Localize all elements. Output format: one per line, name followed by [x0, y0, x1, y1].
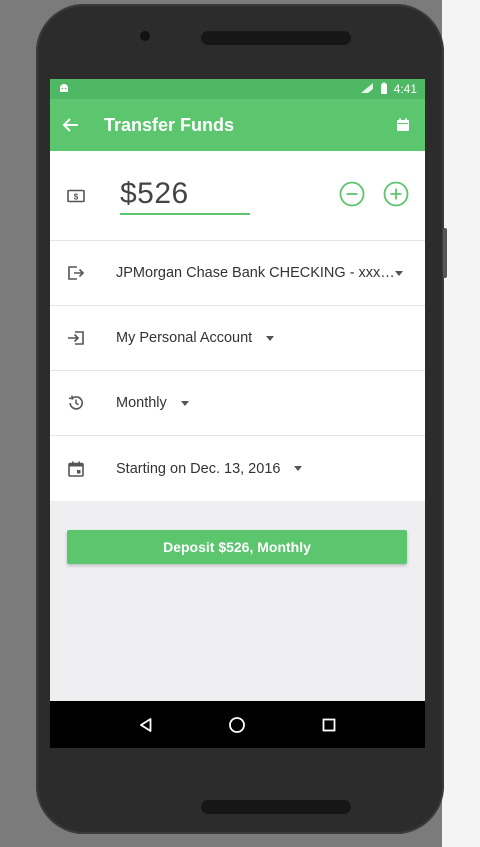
amount-field[interactable]: $526: [120, 177, 250, 215]
transfer-form: $ $526 JPMorgan Chase Bank CHECKING - xx…: [50, 151, 425, 501]
system-nav-bar: [50, 701, 425, 748]
chevron-down-icon: [180, 400, 189, 406]
nav-back-icon[interactable]: [134, 713, 158, 737]
chevron-down-icon: [294, 466, 303, 471]
phone-screen: 4:41 Transfer Funds $ $526 JPMorgan Chas…: [50, 79, 425, 748]
nav-recents-icon[interactable]: [317, 713, 341, 737]
amount-steppers: [339, 181, 409, 207]
history-icon: [66, 393, 86, 413]
android-notification-icon: [58, 82, 70, 97]
enter-arrow-icon: [66, 328, 86, 348]
chevron-down-icon: [395, 271, 403, 276]
calendar-icon[interactable]: [393, 115, 413, 135]
event-calendar-icon: [66, 459, 86, 479]
background-strip: [442, 0, 480, 847]
signal-icon: [360, 82, 374, 97]
battery-icon: [380, 82, 388, 97]
status-time: 4:41: [393, 82, 417, 96]
start-date-value: Starting on Dec. 13, 2016: [116, 460, 281, 477]
minus-circle-icon[interactable]: [339, 181, 365, 207]
plus-circle-icon[interactable]: [383, 181, 409, 207]
from-account-select[interactable]: JPMorgan Chase Bank CHECKING - xxx…: [50, 241, 425, 306]
start-date-select[interactable]: Starting on Dec. 13, 2016: [50, 436, 425, 501]
status-bar: 4:41: [50, 79, 425, 99]
frequency-select[interactable]: Monthly: [50, 371, 425, 436]
top-speaker: [201, 31, 351, 45]
bottom-speaker: [201, 800, 351, 814]
nav-home-icon[interactable]: [225, 713, 249, 737]
deposit-button[interactable]: Deposit $526, Monthly: [67, 530, 407, 564]
exit-arrow-icon: [66, 263, 86, 283]
to-account-value: My Personal Account: [116, 330, 253, 346]
app-bar: Transfer Funds: [50, 99, 425, 151]
frequency-value: Monthly: [116, 395, 167, 411]
dollar-bill-icon: $: [66, 186, 86, 206]
amount-row: $ $526: [50, 151, 425, 241]
arrow-back-icon[interactable]: [62, 114, 84, 136]
side-button: [443, 228, 447, 278]
page-title: Transfer Funds: [104, 114, 235, 135]
svg-text:$: $: [74, 192, 79, 201]
front-camera: [140, 31, 150, 41]
to-account-select[interactable]: My Personal Account: [50, 306, 425, 371]
amount-value: $526: [120, 176, 189, 210]
from-account-value: JPMorgan Chase Bank CHECKING - xxx…: [116, 265, 395, 281]
chevron-down-icon: [266, 335, 275, 341]
